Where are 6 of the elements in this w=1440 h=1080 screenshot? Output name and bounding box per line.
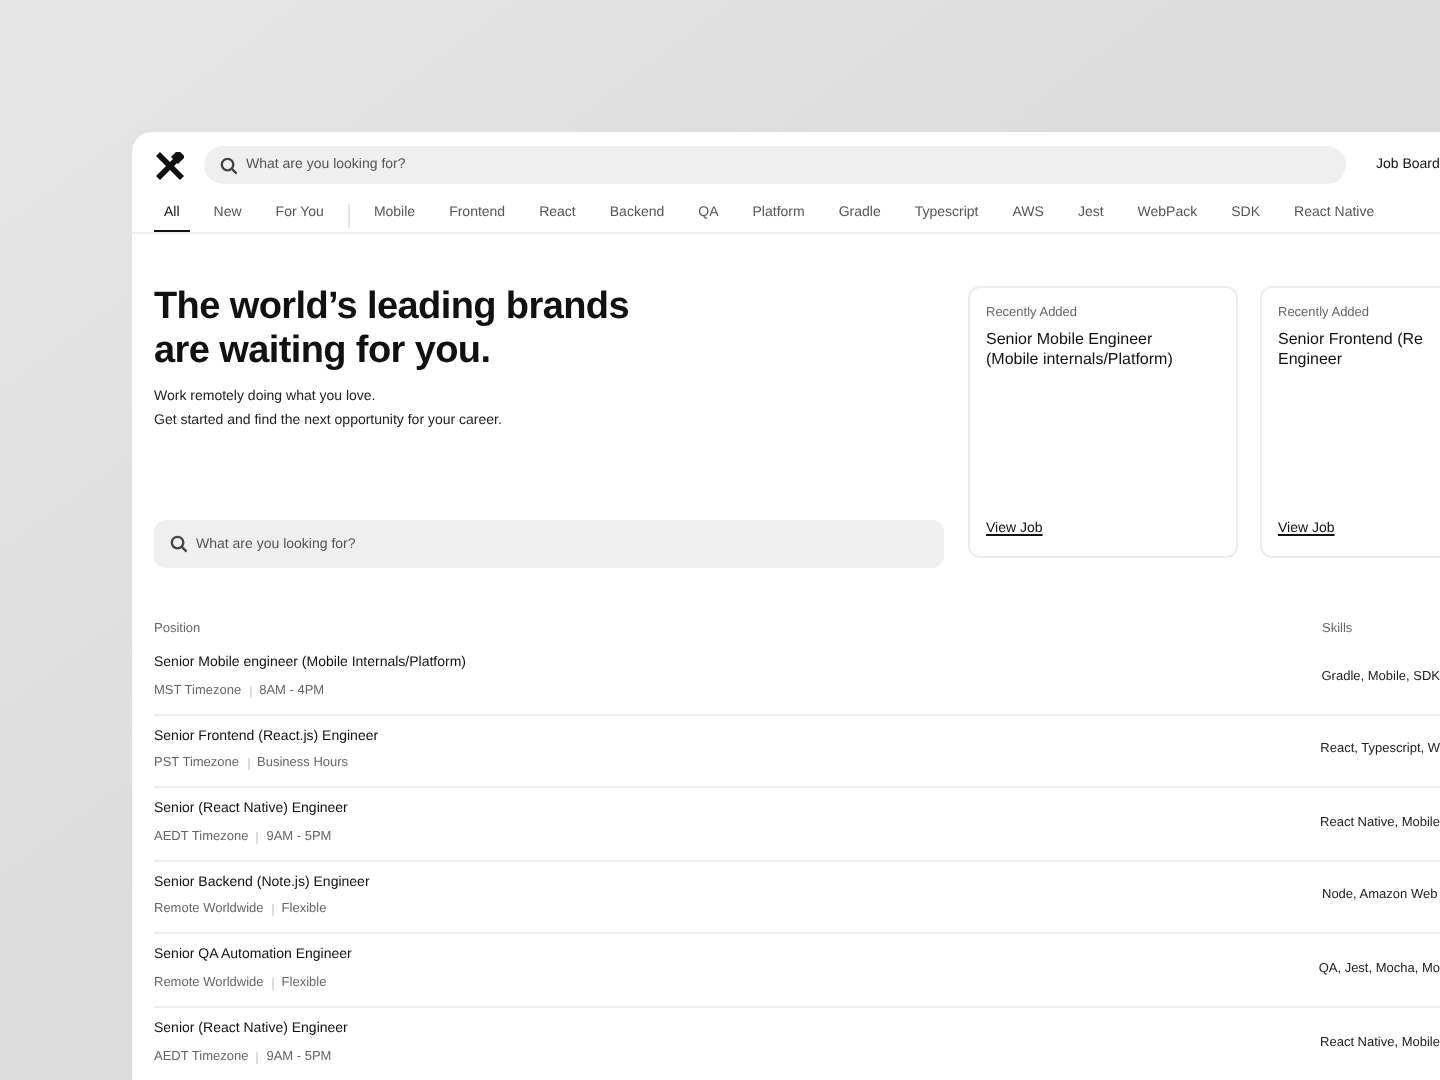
search-icon [220, 156, 238, 175]
logo-icon [156, 151, 184, 180]
card-title: Senior Frontend (Re Engineer [1278, 329, 1424, 370]
search-icon [170, 535, 188, 553]
card-title: Senior Mobile Engineer (Mobile internals/Platform) [986, 329, 1175, 370]
hero-heading: The world’s leading brands are waiting for you. [154, 286, 631, 374]
